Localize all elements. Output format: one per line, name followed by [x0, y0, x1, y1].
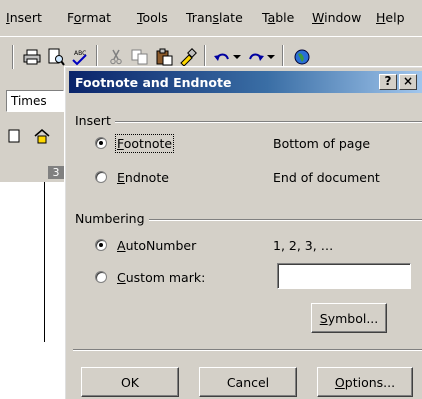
options-button[interactable]: Options...	[317, 367, 413, 397]
footnote-endnote-dialog: Footnote and Endnote ? × Insert Footnote…	[64, 66, 422, 399]
outline-icon[interactable]	[2, 124, 26, 148]
home-icon[interactable]	[30, 124, 54, 148]
insert-group-label: Insert	[75, 113, 115, 128]
custom-mark-radio[interactable]	[95, 271, 107, 283]
document-area[interactable]	[0, 182, 70, 399]
close-button[interactable]: ×	[399, 74, 417, 90]
help-button[interactable]: ?	[379, 74, 397, 90]
numbering-group-label: Numbering	[75, 211, 149, 226]
dialog-titlebar[interactable]: Footnote and Endnote ? ×	[69, 71, 422, 93]
cancel-button-label: Cancel	[226, 374, 270, 390]
font-name-box[interactable]: Times	[6, 90, 64, 112]
menu-table[interactable]: Table	[262, 10, 294, 25]
menu-tools[interactable]: Tools	[137, 10, 168, 25]
insert-group-frame	[75, 121, 422, 123]
dialog-separator	[73, 349, 422, 351]
footnote-label[interactable]: Footnote	[114, 134, 175, 153]
menu-help[interactable]: Help	[376, 10, 405, 25]
endnote-label[interactable]: Endnote	[117, 170, 169, 185]
print-icon[interactable]	[20, 45, 44, 69]
ok-button-label: OK	[120, 374, 140, 390]
document-margin-line	[44, 182, 45, 342]
endnote-radio[interactable]	[95, 171, 107, 183]
menu-insert[interactable]: Insert	[6, 10, 42, 25]
autonumber-description: 1, 2, 3, …	[273, 238, 334, 253]
radio-selected-dot	[99, 243, 103, 247]
radio-selected-dot	[99, 141, 103, 145]
dialog-title: Footnote and Endnote	[75, 75, 232, 90]
footnote-radio[interactable]	[95, 137, 107, 149]
menu-bar: Insert Format Tools Translate Table Wind…	[0, 0, 422, 36]
ok-button[interactable]: OK	[81, 367, 179, 397]
symbol-button-label: Symbol...	[319, 310, 379, 326]
autonumber-radio[interactable]	[95, 239, 107, 251]
endnote-description: End of document	[273, 170, 380, 185]
options-button-label: Options...	[334, 374, 396, 390]
menu-format[interactable]: Format	[67, 10, 111, 25]
menu-translate[interactable]: Translate	[186, 10, 243, 25]
toolbar-separator	[12, 45, 14, 69]
custom-mark-input[interactable]	[277, 263, 411, 289]
autonumber-label[interactable]: AutoNumber	[117, 238, 196, 253]
cancel-button[interactable]: Cancel	[199, 367, 297, 397]
ruler-marker: 3	[48, 166, 64, 179]
symbol-button[interactable]: Symbol...	[311, 303, 387, 333]
outline-toolbar	[0, 116, 70, 156]
custom-mark-label[interactable]: Custom mark:	[117, 270, 205, 285]
footnote-description: Bottom of page	[273, 136, 371, 151]
menu-window[interactable]: Window	[312, 10, 361, 25]
